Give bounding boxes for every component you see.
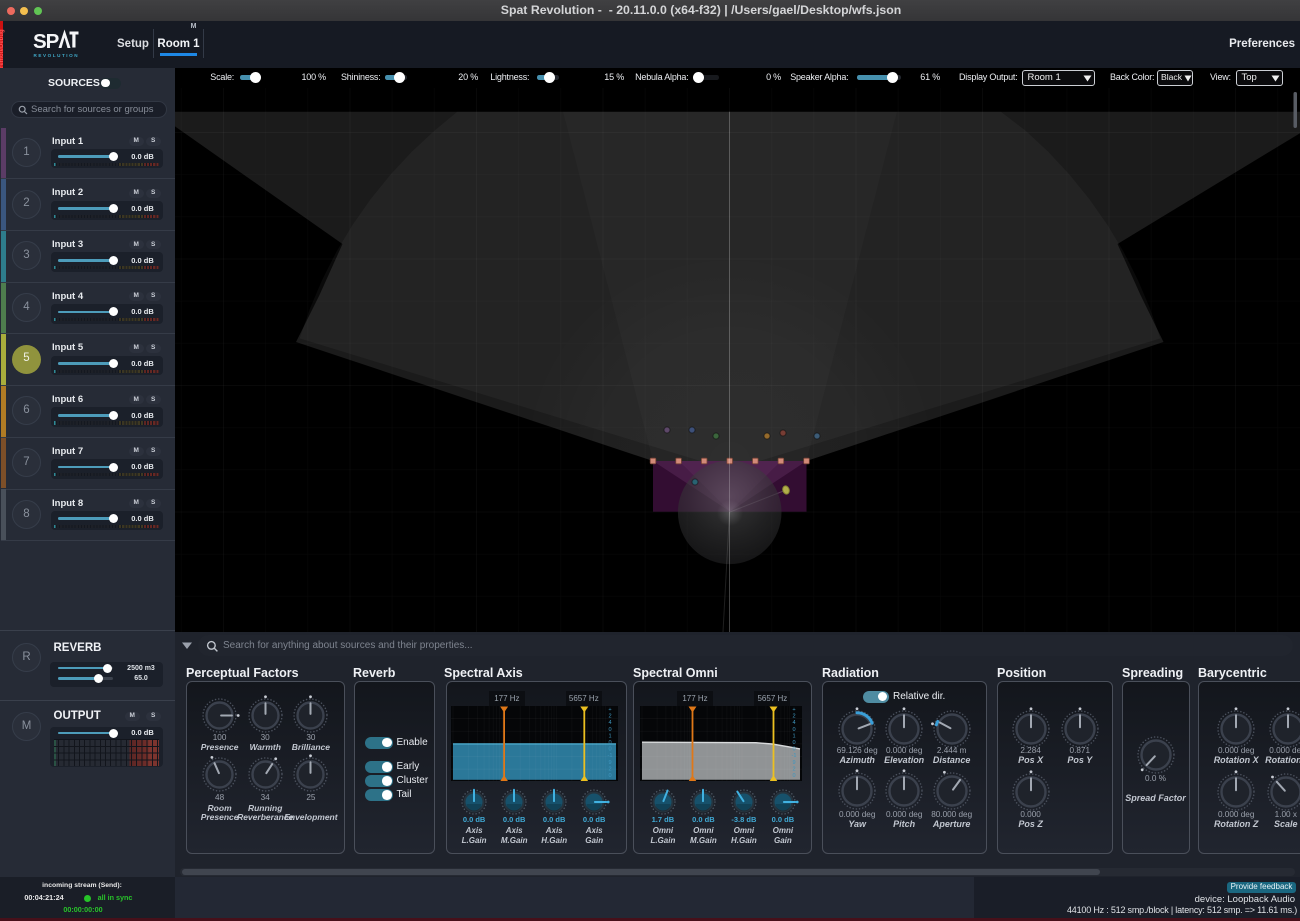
svg-text:2: 2: [609, 713, 612, 719]
svg-text:2: 2: [793, 713, 796, 719]
svg-text:4: 4: [609, 720, 612, 726]
svg-text:+: +: [609, 707, 612, 713]
svg-text:0: 0: [609, 773, 612, 779]
svg-text:2: 2: [609, 766, 612, 772]
svg-text:0: 0: [609, 726, 612, 732]
svg-text:0: 0: [609, 740, 612, 746]
svg-text:9: 9: [609, 759, 612, 765]
svg-text:REVOLUTION: REVOLUTION: [34, 53, 80, 58]
svg-text:0: 0: [793, 726, 796, 732]
svg-text:-1: -1: [608, 753, 613, 759]
svg-text:1: 1: [793, 733, 796, 739]
svg-text:1: 1: [609, 733, 612, 739]
svg-text:4: 4: [793, 720, 796, 726]
svg-text:0: 0: [609, 746, 612, 752]
svg-text:0: 0: [793, 773, 796, 779]
svg-text:+: +: [793, 707, 796, 713]
